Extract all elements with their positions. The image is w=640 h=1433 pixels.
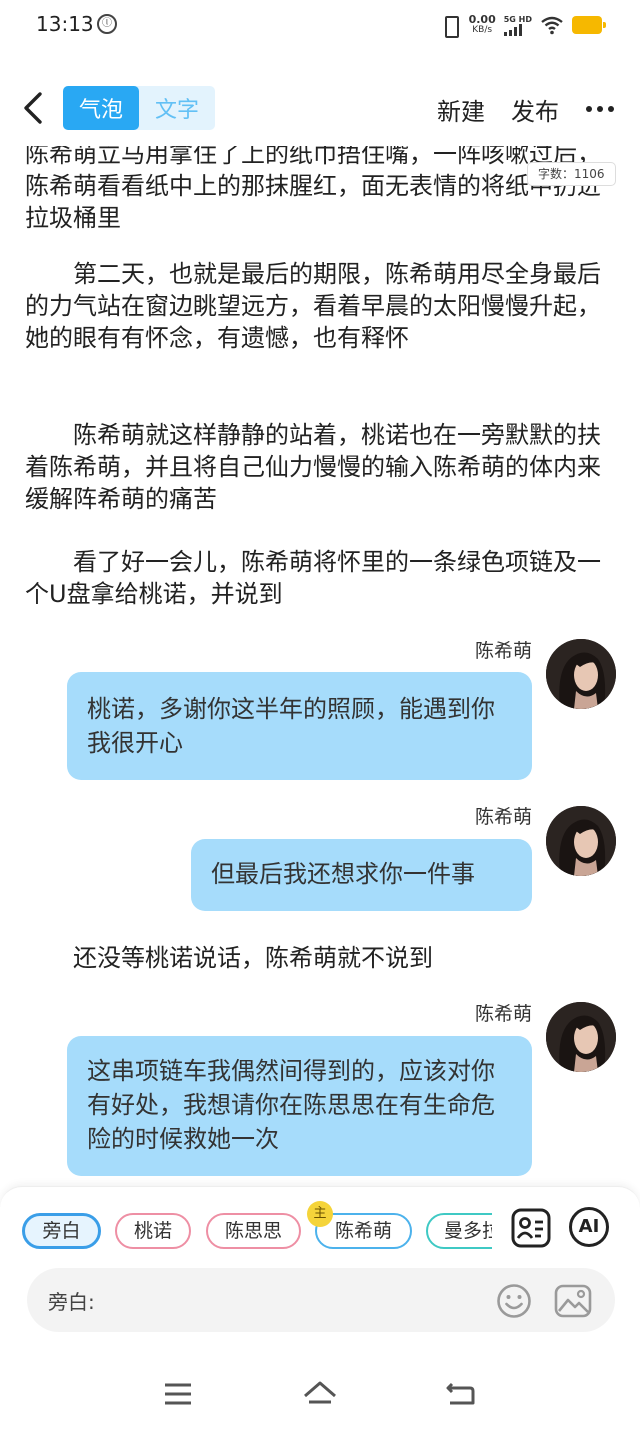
avatar[interactable] — [546, 1002, 616, 1072]
mode-text-tab[interactable]: 文字 — [139, 86, 215, 130]
story-content[interactable]: 陈希萌立马用拿住了上的纸巾捂住嘴，一阵咳嗽过后，陈希萌看看纸中上的那抹腥红，面无… — [0, 146, 640, 1186]
signal-bars — [503, 23, 522, 36]
network-speed-unit: KB/s — [472, 25, 493, 35]
mode-bubble-tab[interactable]: 气泡 — [63, 86, 139, 130]
publish-button[interactable]: 发布 — [511, 92, 559, 127]
top-bar: 气泡 文字 新建 发布 — [0, 70, 640, 146]
new-button[interactable]: 新建 — [437, 92, 485, 127]
network-speed-value: 0.00 — [468, 13, 496, 26]
avatar[interactable] — [546, 639, 616, 709]
input-role-label: 旁白: — [48, 1290, 95, 1314]
system-nav-bar — [0, 1356, 640, 1433]
signal-label: 5G HD — [503, 14, 532, 24]
main-role-badge: 主 — [307, 1201, 333, 1227]
menu-icon[interactable] — [162, 1380, 194, 1408]
image-icon[interactable] — [554, 1283, 592, 1319]
vibrate-icon — [439, 14, 461, 38]
network-speed: 0.00 KB/s — [469, 14, 496, 36]
avatar[interactable] — [546, 806, 616, 876]
word-count-badge: 字数：1106 — [527, 162, 616, 186]
story-paragraph: 第二天，也就是最后的期限，陈希萌用尽全身最后的力气站在窗边眺望远方，看着早晨的太… — [25, 260, 601, 352]
status-notification-badge: ⓛ — [97, 14, 117, 34]
message-bubble[interactable]: 桃诺，多谢你这半年的照顾，能遇到你我很开心 — [67, 672, 532, 780]
message-bubble[interactable]: 这串项链车我偶然间得到的，应该对你有好处，我想请你在陈思思在有生命危险的时候救她… — [67, 1036, 532, 1176]
message-sender-name: 陈希萌 — [474, 806, 532, 828]
message-input[interactable]: 旁白: — [27, 1268, 615, 1332]
story-paragraph: 还没等桃诺说话，陈希萌就不说到 — [73, 944, 433, 972]
home-icon[interactable] — [302, 1380, 338, 1408]
role-chip-taonuo[interactable]: 桃诺 — [115, 1213, 191, 1249]
message-sender-name: 陈希萌 — [474, 640, 532, 662]
wifi-icon — [541, 16, 563, 35]
message-bubble[interactable]: 但最后我还想求你一件事 — [191, 839, 532, 911]
message-sender-name: 陈希萌 — [474, 1003, 532, 1025]
status-right-group: 0.00 KB/s 5G HD — [439, 10, 606, 40]
cellular-signal-icon: 5G HD — [503, 14, 532, 36]
story-paragraph: 陈希萌就这样静静的站着，桃诺也在一旁默默的扶着陈希萌，并且将自己仙力慢慢的输入陈… — [25, 421, 601, 513]
ai-icon[interactable]: AI — [569, 1207, 609, 1247]
story-paragraph: 看了好一会儿，陈希萌将怀里的一条绿色项链及一个U盘拿给桃诺，并说到 — [25, 548, 601, 608]
story-paragraph: 陈希萌立马用拿住了上的纸巾捂住嘴，一阵咳嗽过后，陈希萌看看纸中上的那抹腥红，面无… — [25, 146, 601, 232]
role-selector[interactable]: 旁白 桃诺 陈思思 陈希萌 曼多拉 — [0, 1211, 492, 1253]
role-chip-manduo[interactable]: 曼多拉 — [426, 1213, 492, 1249]
battery-icon — [572, 16, 606, 34]
character-list-icon[interactable] — [510, 1207, 552, 1249]
status-time: 13:13 — [36, 12, 94, 36]
emoji-icon[interactable] — [496, 1283, 532, 1319]
back-nav-icon[interactable] — [444, 1380, 476, 1408]
mode-toggle: 气泡 文字 — [63, 86, 215, 130]
status-bar: 13:13 ⓛ 0.00 KB/s 5G HD — [0, 0, 640, 50]
back-icon[interactable] — [20, 90, 48, 126]
more-options-icon[interactable] — [586, 106, 614, 112]
role-chip-chensisi[interactable]: 陈思思 — [206, 1213, 301, 1249]
role-chip-narrator[interactable]: 旁白 — [22, 1213, 101, 1249]
